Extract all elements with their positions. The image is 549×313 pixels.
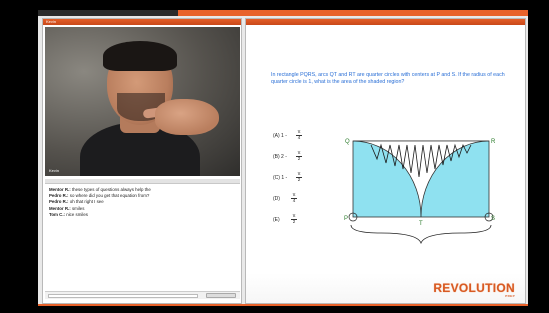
question-text: In rectangle PQRS, arcs QT and RT are qu… [271,72,505,85]
left-column: Kevin Kevin Mentor R.: these types of qu… [42,18,242,304]
app-frame: Kevin Kevin Mentor R.: these types of qu… [38,10,528,306]
chat-input-row [45,291,240,299]
whiteboard[interactable]: In rectangle PQRS, arcs QT and RT are qu… [246,25,525,303]
presenter-hand [155,99,219,135]
menu-bar[interactable] [38,10,178,16]
chat-input[interactable] [48,294,198,298]
point-p-label: P [344,216,348,222]
point-q-label: Q [345,139,350,145]
presenter-hair [103,41,177,71]
bottom-bar [38,304,528,306]
video-caption: Kevin [49,168,60,173]
length-brace [350,224,492,245]
chat-message: Tom C.: nice smiles [49,211,88,217]
revolution-logo: REVOLUTION PREP [433,281,515,298]
chat-panel: Mentor R.: these types of questions alwa… [45,179,240,299]
webcam-video: Kevin [45,27,240,176]
video-panel-title: Kevin [43,19,241,25]
point-r-label: R [491,139,496,145]
point-s-label: S [491,216,495,222]
whiteboard-column: In rectangle PQRS, arcs QT and RT are qu… [245,18,526,304]
top-bar [38,10,528,16]
geometry-figure: Q R P T S [344,139,496,245]
chat-list: Mentor R.: these types of questions alwa… [45,184,240,221]
point-t-label: T [419,221,423,227]
send-button[interactable] [206,293,236,298]
